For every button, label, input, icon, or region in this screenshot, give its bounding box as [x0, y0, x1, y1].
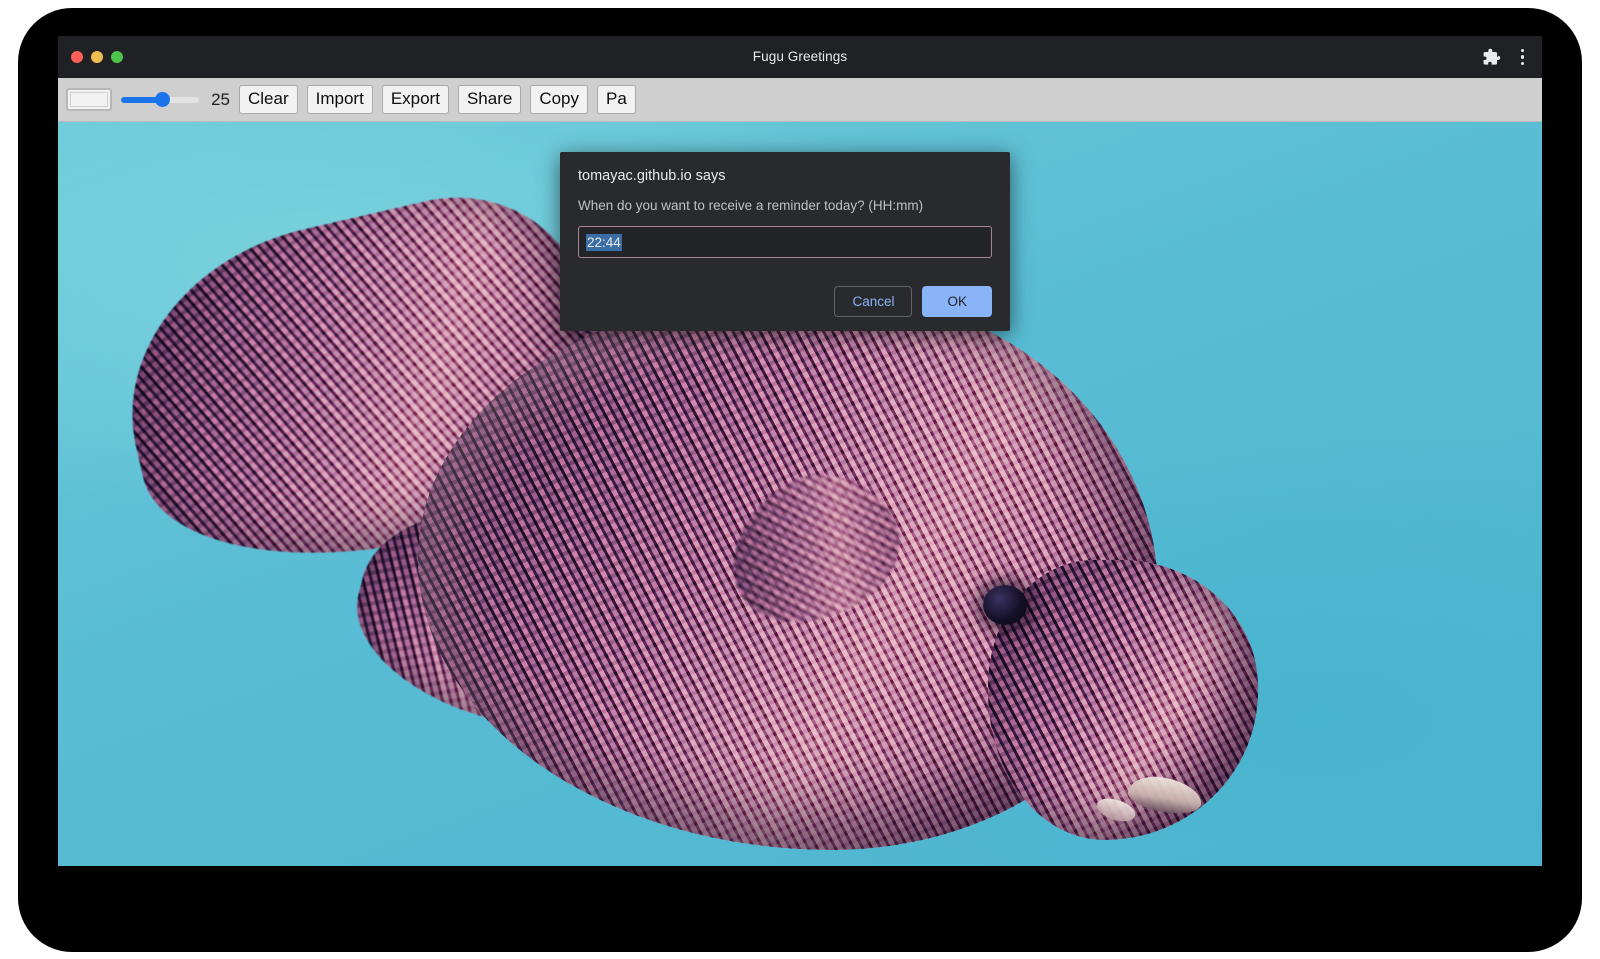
ok-button[interactable]: OK — [922, 286, 992, 317]
puzzle-piece-icon[interactable] — [1482, 48, 1501, 67]
drawing-canvas[interactable]: tomayac.github.io says When do you want … — [58, 122, 1542, 866]
dialog-message-text: When do you want to receive a reminder t… — [578, 198, 992, 213]
dialog-button-row: Cancel OK — [578, 286, 992, 317]
copy-button[interactable]: Copy — [530, 85, 588, 114]
browser-window: Fugu Greetings 25 Clear Import Export Sh… — [58, 36, 1542, 866]
color-swatch-preview — [70, 92, 108, 107]
dialog-text-input[interactable]: 22:44 — [578, 226, 992, 258]
dialog-origin-label: tomayac.github.io says — [578, 168, 992, 184]
share-button[interactable]: Share — [458, 85, 521, 114]
cancel-button[interactable]: Cancel — [834, 286, 912, 317]
paste-button[interactable]: Pa — [597, 85, 636, 114]
line-thickness-slider[interactable] — [121, 91, 199, 109]
color-picker-input[interactable] — [66, 88, 112, 111]
page-title: Fugu Greetings — [58, 36, 1542, 78]
javascript-prompt-dialog: tomayac.github.io says When do you want … — [560, 152, 1010, 331]
kebab-menu-icon[interactable] — [1515, 45, 1531, 70]
clear-button[interactable]: Clear — [239, 85, 298, 114]
import-button[interactable]: Import — [307, 85, 373, 114]
export-button[interactable]: Export — [382, 85, 449, 114]
fish-eye — [983, 585, 1027, 625]
titlebar-actions — [1482, 36, 1531, 78]
slider-thumb[interactable] — [155, 92, 170, 107]
thickness-value-label: 25 — [208, 90, 230, 110]
title-bar: Fugu Greetings — [58, 36, 1542, 78]
dialog-input-value: 22:44 — [586, 234, 622, 251]
app-toolbar: 25 Clear Import Export Share Copy Pa — [58, 78, 1542, 122]
